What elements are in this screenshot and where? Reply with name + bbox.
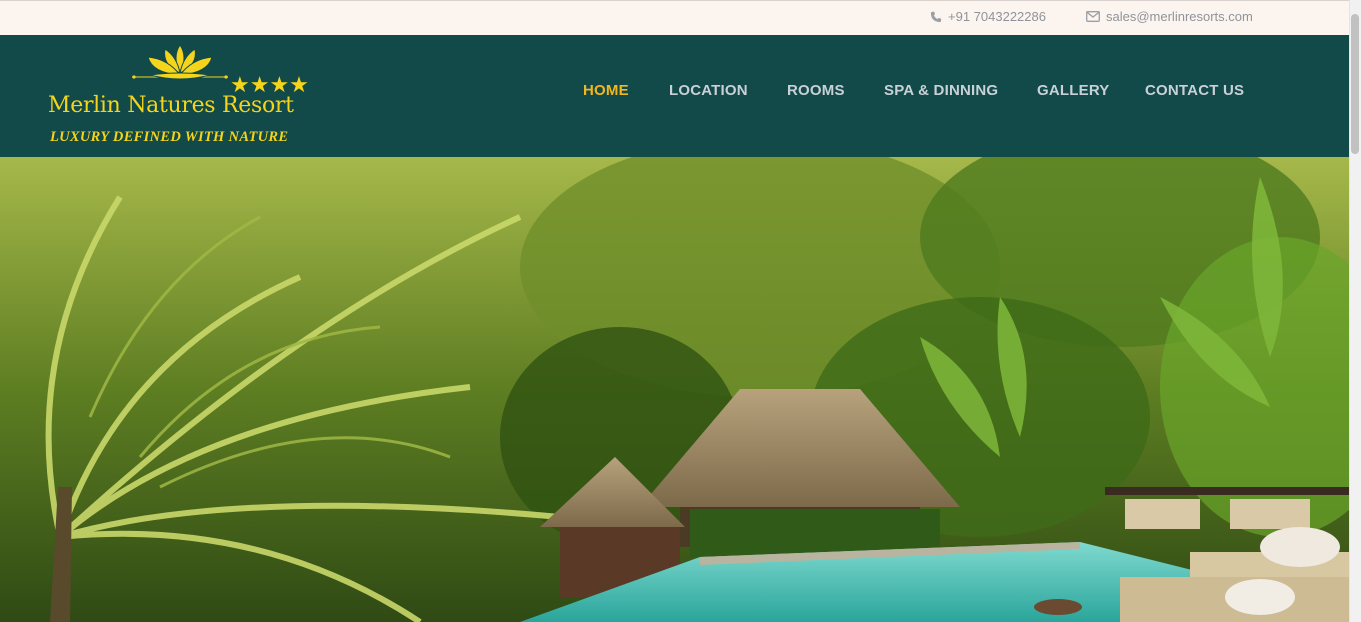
scrollbar-thumb[interactable] [1351,14,1359,154]
phone-contact[interactable]: +91 7043222286 [930,9,1046,24]
hero-banner-image [0,157,1349,622]
lotus-icon [132,43,228,88]
email-contact[interactable]: sales@merlinresorts.com [1086,9,1253,24]
nav-location[interactable]: LOCATION [669,82,748,99]
phone-number: +91 7043222286 [948,9,1046,24]
email-address: sales@merlinresorts.com [1106,9,1253,24]
top-contact-bar: +91 7043222286 sales@merlinresorts.com [0,0,1349,35]
nav-rooms[interactable]: ROOMS [787,82,845,99]
site-logo[interactable]: ★★★★ Merlin Natures Resort LUXURY DEFINE… [46,43,316,149]
nav-spa-dinning[interactable]: SPA & DINNING [884,82,998,99]
nav-contact-us[interactable]: CONTACT US [1145,82,1244,99]
page-scrollbar[interactable] [1349,0,1361,622]
brand-name: Merlin Natures Resort [48,93,294,118]
nav-home[interactable]: HOME [583,82,629,99]
envelope-icon [1086,11,1100,22]
nav-gallery[interactable]: GALLERY [1037,82,1110,99]
phone-icon [930,11,942,23]
brand-tagline: LUXURY DEFINED WITH NATURE [50,129,289,145]
site-header: ★★★★ Merlin Natures Resort LUXURY DEFINE… [0,35,1349,157]
